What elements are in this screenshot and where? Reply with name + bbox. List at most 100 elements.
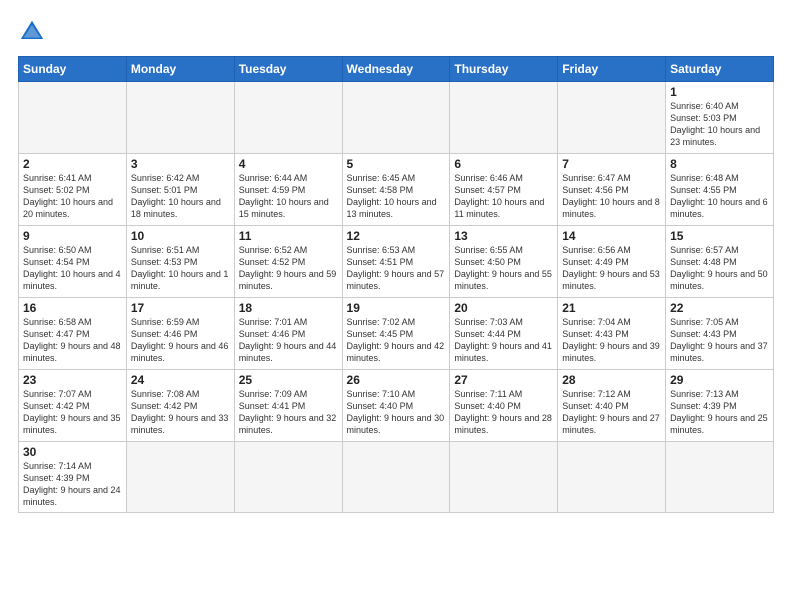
calendar-week-row: 23Sunrise: 7:07 AM Sunset: 4:42 PM Dayli… <box>19 370 774 442</box>
day-info: Sunrise: 6:47 AM Sunset: 4:56 PM Dayligh… <box>562 172 661 221</box>
day-number: 4 <box>239 157 338 171</box>
day-info: Sunrise: 6:48 AM Sunset: 4:55 PM Dayligh… <box>670 172 769 221</box>
calendar-cell: 15Sunrise: 6:57 AM Sunset: 4:48 PM Dayli… <box>666 226 774 298</box>
calendar-week-row: 16Sunrise: 6:58 AM Sunset: 4:47 PM Dayli… <box>19 298 774 370</box>
calendar-header-row: SundayMondayTuesdayWednesdayThursdayFrid… <box>19 57 774 82</box>
calendar-cell <box>234 442 342 513</box>
day-number: 13 <box>454 229 553 243</box>
calendar-cell <box>126 82 234 154</box>
calendar-cell: 22Sunrise: 7:05 AM Sunset: 4:43 PM Dayli… <box>666 298 774 370</box>
calendar-cell: 16Sunrise: 6:58 AM Sunset: 4:47 PM Dayli… <box>19 298 127 370</box>
day-number: 30 <box>23 445 122 459</box>
day-info: Sunrise: 6:52 AM Sunset: 4:52 PM Dayligh… <box>239 244 338 293</box>
calendar-cell: 10Sunrise: 6:51 AM Sunset: 4:53 PM Dayli… <box>126 226 234 298</box>
calendar-cell <box>342 82 450 154</box>
day-number: 5 <box>347 157 446 171</box>
calendar-cell <box>126 442 234 513</box>
day-info: Sunrise: 6:41 AM Sunset: 5:02 PM Dayligh… <box>23 172 122 221</box>
day-number: 21 <box>562 301 661 315</box>
day-number: 28 <box>562 373 661 387</box>
day-info: Sunrise: 7:08 AM Sunset: 4:42 PM Dayligh… <box>131 388 230 437</box>
calendar-cell <box>234 82 342 154</box>
day-number: 26 <box>347 373 446 387</box>
calendar-cell: 4Sunrise: 6:44 AM Sunset: 4:59 PM Daylig… <box>234 154 342 226</box>
day-info: Sunrise: 7:01 AM Sunset: 4:46 PM Dayligh… <box>239 316 338 365</box>
day-info: Sunrise: 7:14 AM Sunset: 4:39 PM Dayligh… <box>23 460 122 509</box>
day-info: Sunrise: 6:50 AM Sunset: 4:54 PM Dayligh… <box>23 244 122 293</box>
header <box>18 18 774 46</box>
day-info: Sunrise: 7:05 AM Sunset: 4:43 PM Dayligh… <box>670 316 769 365</box>
day-info: Sunrise: 7:11 AM Sunset: 4:40 PM Dayligh… <box>454 388 553 437</box>
calendar-week-row: 1Sunrise: 6:40 AM Sunset: 5:03 PM Daylig… <box>19 82 774 154</box>
day-number: 6 <box>454 157 553 171</box>
logo-icon <box>18 18 46 46</box>
day-number: 7 <box>562 157 661 171</box>
day-info: Sunrise: 6:42 AM Sunset: 5:01 PM Dayligh… <box>131 172 230 221</box>
calendar-day-header: Tuesday <box>234 57 342 82</box>
calendar-cell: 19Sunrise: 7:02 AM Sunset: 4:45 PM Dayli… <box>342 298 450 370</box>
calendar-cell <box>450 442 558 513</box>
calendar-cell: 27Sunrise: 7:11 AM Sunset: 4:40 PM Dayli… <box>450 370 558 442</box>
calendar-cell: 6Sunrise: 6:46 AM Sunset: 4:57 PM Daylig… <box>450 154 558 226</box>
day-number: 18 <box>239 301 338 315</box>
calendar-cell: 26Sunrise: 7:10 AM Sunset: 4:40 PM Dayli… <box>342 370 450 442</box>
day-number: 2 <box>23 157 122 171</box>
calendar-cell: 14Sunrise: 6:56 AM Sunset: 4:49 PM Dayli… <box>558 226 666 298</box>
day-number: 1 <box>670 85 769 99</box>
calendar-cell: 18Sunrise: 7:01 AM Sunset: 4:46 PM Dayli… <box>234 298 342 370</box>
day-info: Sunrise: 6:44 AM Sunset: 4:59 PM Dayligh… <box>239 172 338 221</box>
day-number: 15 <box>670 229 769 243</box>
calendar-cell: 24Sunrise: 7:08 AM Sunset: 4:42 PM Dayli… <box>126 370 234 442</box>
day-info: Sunrise: 6:55 AM Sunset: 4:50 PM Dayligh… <box>454 244 553 293</box>
day-number: 9 <box>23 229 122 243</box>
day-number: 11 <box>239 229 338 243</box>
calendar-cell: 28Sunrise: 7:12 AM Sunset: 4:40 PM Dayli… <box>558 370 666 442</box>
calendar-cell: 12Sunrise: 6:53 AM Sunset: 4:51 PM Dayli… <box>342 226 450 298</box>
day-number: 14 <box>562 229 661 243</box>
calendar-cell: 13Sunrise: 6:55 AM Sunset: 4:50 PM Dayli… <box>450 226 558 298</box>
calendar-cell: 17Sunrise: 6:59 AM Sunset: 4:46 PM Dayli… <box>126 298 234 370</box>
calendar-cell: 5Sunrise: 6:45 AM Sunset: 4:58 PM Daylig… <box>342 154 450 226</box>
calendar-cell <box>558 442 666 513</box>
calendar-cell: 29Sunrise: 7:13 AM Sunset: 4:39 PM Dayli… <box>666 370 774 442</box>
day-info: Sunrise: 6:59 AM Sunset: 4:46 PM Dayligh… <box>131 316 230 365</box>
day-number: 29 <box>670 373 769 387</box>
day-info: Sunrise: 6:56 AM Sunset: 4:49 PM Dayligh… <box>562 244 661 293</box>
calendar-cell: 3Sunrise: 6:42 AM Sunset: 5:01 PM Daylig… <box>126 154 234 226</box>
calendar-cell: 21Sunrise: 7:04 AM Sunset: 4:43 PM Dayli… <box>558 298 666 370</box>
calendar-cell: 9Sunrise: 6:50 AM Sunset: 4:54 PM Daylig… <box>19 226 127 298</box>
day-number: 22 <box>670 301 769 315</box>
calendar-day-header: Saturday <box>666 57 774 82</box>
day-number: 24 <box>131 373 230 387</box>
calendar-cell: 23Sunrise: 7:07 AM Sunset: 4:42 PM Dayli… <box>19 370 127 442</box>
calendar-cell <box>558 82 666 154</box>
calendar-cell: 2Sunrise: 6:41 AM Sunset: 5:02 PM Daylig… <box>19 154 127 226</box>
calendar: SundayMondayTuesdayWednesdayThursdayFrid… <box>18 56 774 513</box>
logo <box>18 18 50 46</box>
day-info: Sunrise: 6:46 AM Sunset: 4:57 PM Dayligh… <box>454 172 553 221</box>
day-info: Sunrise: 6:40 AM Sunset: 5:03 PM Dayligh… <box>670 100 769 149</box>
day-info: Sunrise: 6:51 AM Sunset: 4:53 PM Dayligh… <box>131 244 230 293</box>
calendar-cell: 20Sunrise: 7:03 AM Sunset: 4:44 PM Dayli… <box>450 298 558 370</box>
day-number: 10 <box>131 229 230 243</box>
calendar-day-header: Friday <box>558 57 666 82</box>
day-info: Sunrise: 7:02 AM Sunset: 4:45 PM Dayligh… <box>347 316 446 365</box>
calendar-week-row: 2Sunrise: 6:41 AM Sunset: 5:02 PM Daylig… <box>19 154 774 226</box>
calendar-cell <box>666 442 774 513</box>
day-info: Sunrise: 7:03 AM Sunset: 4:44 PM Dayligh… <box>454 316 553 365</box>
calendar-cell: 25Sunrise: 7:09 AM Sunset: 4:41 PM Dayli… <box>234 370 342 442</box>
calendar-cell <box>450 82 558 154</box>
calendar-cell: 11Sunrise: 6:52 AM Sunset: 4:52 PM Dayli… <box>234 226 342 298</box>
calendar-cell: 7Sunrise: 6:47 AM Sunset: 4:56 PM Daylig… <box>558 154 666 226</box>
calendar-day-header: Wednesday <box>342 57 450 82</box>
day-number: 23 <box>23 373 122 387</box>
day-number: 20 <box>454 301 553 315</box>
calendar-week-row: 9Sunrise: 6:50 AM Sunset: 4:54 PM Daylig… <box>19 226 774 298</box>
day-number: 19 <box>347 301 446 315</box>
calendar-day-header: Monday <box>126 57 234 82</box>
calendar-day-header: Sunday <box>19 57 127 82</box>
day-info: Sunrise: 7:13 AM Sunset: 4:39 PM Dayligh… <box>670 388 769 437</box>
calendar-day-header: Thursday <box>450 57 558 82</box>
day-number: 12 <box>347 229 446 243</box>
calendar-week-row: 30Sunrise: 7:14 AM Sunset: 4:39 PM Dayli… <box>19 442 774 513</box>
